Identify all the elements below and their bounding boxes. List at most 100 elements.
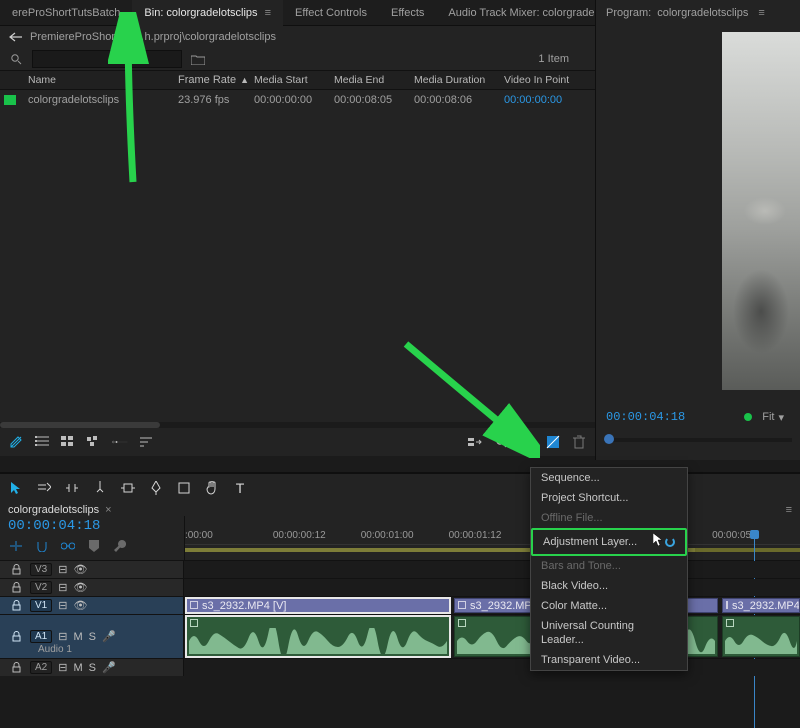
ripple-edit-tool-icon[interactable]: [64, 480, 80, 496]
track-output-icon[interactable]: ⊟: [58, 581, 67, 594]
lock-icon[interactable]: [8, 660, 24, 676]
menu-transparent-video[interactable]: Transparent Video...: [531, 650, 687, 670]
track-body-v3[interactable]: [184, 561, 800, 578]
track-output-icon[interactable]: ⊟: [58, 599, 67, 612]
find-icon[interactable]: [493, 434, 509, 450]
track-head-v2[interactable]: V2 ⊟ 👁: [0, 579, 184, 596]
track-output-icon[interactable]: ⊟: [58, 630, 67, 643]
menu-adjustment-layer[interactable]: Adjustment Layer...: [531, 528, 687, 556]
back-icon[interactable]: [8, 29, 24, 45]
voice-over-icon[interactable]: 🎤: [102, 661, 116, 674]
col-name[interactable]: Name: [28, 74, 178, 86]
program-viewer[interactable]: [722, 32, 800, 390]
wrench-icon[interactable]: [112, 538, 128, 554]
track-head-v3[interactable]: V3 ⊟ 👁: [0, 561, 184, 578]
menu-color-matte[interactable]: Color Matte...: [531, 596, 687, 616]
program-scrubber[interactable]: [604, 438, 792, 442]
timeline-menu-icon[interactable]: ≡: [786, 504, 792, 516]
lock-icon[interactable]: [8, 598, 24, 614]
track-head-a1[interactable]: A1 ⊟ M S 🎤 Audio 1: [0, 615, 184, 658]
rectangle-tool-icon[interactable]: [176, 480, 192, 496]
selection-tool-icon[interactable]: [8, 480, 24, 496]
track-label-v3[interactable]: V3: [30, 563, 52, 576]
track-output-icon[interactable]: ⊟: [58, 661, 67, 674]
tab-effects[interactable]: Effects: [379, 0, 436, 26]
video-clip-3[interactable]: s3_2932.MP4 [V]: [722, 598, 800, 613]
track-body-a2[interactable]: [184, 659, 800, 676]
menu-counting-leader[interactable]: Universal Counting Leader...: [531, 616, 687, 650]
track-head-a2[interactable]: A2 ⊟ M S 🎤: [0, 659, 184, 676]
marker-icon[interactable]: [86, 538, 102, 554]
menu-black-video[interactable]: Black Video...: [531, 576, 687, 596]
lock-icon[interactable]: [8, 629, 24, 645]
automate-to-sequence-icon[interactable]: [467, 434, 483, 450]
eye-icon[interactable]: 👁: [73, 581, 87, 594]
audio-clip-3[interactable]: [722, 616, 800, 657]
track-label-a2[interactable]: A2: [30, 661, 52, 674]
menu-project-shortcut[interactable]: Project Shortcut...: [531, 488, 687, 508]
sequence-timecode[interactable]: 00:00:04:18: [8, 518, 176, 534]
sequence-tab[interactable]: colorgradelotsclips: [8, 504, 99, 516]
tab-batch[interactable]: ereProShortTutsBatch: [0, 0, 132, 26]
col-mediaduration[interactable]: Media Duration: [414, 74, 504, 86]
col-mediaend[interactable]: Media End: [334, 74, 414, 86]
new-bin-folder-icon[interactable]: [519, 434, 535, 450]
work-area-bar[interactable]: [185, 548, 800, 552]
close-icon[interactable]: ×: [105, 504, 111, 516]
solo-button[interactable]: S: [89, 662, 96, 674]
sort-icon[interactable]: [138, 434, 154, 450]
list-view-icon[interactable]: [34, 434, 50, 450]
program-menu-icon[interactable]: ≡: [758, 7, 764, 19]
menu-bars-and-tone[interactable]: Bars and Tone...: [531, 556, 687, 576]
track-body-v1[interactable]: s3_2932.MP4 [V] s3_2932.MP4 [V] s3_2932.…: [184, 597, 800, 614]
snap-icon[interactable]: [34, 538, 50, 554]
time-ruler[interactable]: :00:00 00:00:00:12 00:00:01:00 00:00:01:…: [185, 530, 800, 541]
zoom-slider-icon[interactable]: [112, 434, 128, 450]
write-icon[interactable]: [8, 434, 24, 450]
eye-icon[interactable]: 👁: [73, 599, 87, 612]
col-framerate[interactable]: Frame Rate▲: [178, 74, 254, 86]
col-videoinpoint[interactable]: Video In Point: [504, 74, 594, 86]
new-item-icon[interactable]: [545, 434, 561, 450]
track-label-v2[interactable]: V2: [30, 581, 52, 594]
pen-tool-icon[interactable]: [148, 480, 164, 496]
zoom-fit-dropdown[interactable]: Fit ▾: [762, 411, 784, 424]
search-input[interactable]: [37, 53, 177, 65]
eye-icon[interactable]: 👁: [73, 563, 87, 576]
panel-menu-icon[interactable]: ≡: [265, 7, 271, 19]
program-playhead[interactable]: [604, 434, 614, 444]
track-select-tool-icon[interactable]: [36, 480, 52, 496]
track-head-v1[interactable]: V1 ⊟ 👁: [0, 597, 184, 614]
voice-over-icon[interactable]: 🎤: [102, 630, 116, 643]
track-body-a1[interactable]: [184, 615, 800, 658]
icon-view-icon[interactable]: [60, 434, 76, 450]
audio-clip-1[interactable]: [186, 616, 450, 657]
linked-selection-icon[interactable]: [60, 538, 76, 554]
col-mediastart[interactable]: Media Start: [254, 74, 334, 86]
slip-tool-icon[interactable]: [120, 480, 136, 496]
track-label-v1[interactable]: V1: [30, 599, 52, 612]
delete-icon[interactable]: [571, 434, 587, 450]
tab-effect-controls[interactable]: Effect Controls: [283, 0, 379, 26]
bin-row[interactable]: colorgradelotsclips 23.976 fps 00:00:00:…: [0, 90, 595, 110]
track-body-v2[interactable]: [184, 579, 800, 596]
insert-mode-icon[interactable]: [8, 538, 24, 554]
track-output-icon[interactable]: ⊟: [58, 563, 67, 576]
freeform-view-icon[interactable]: [86, 434, 102, 450]
solo-button[interactable]: S: [89, 631, 96, 643]
tab-bin[interactable]: Bin: colorgradelotsclips ≡: [132, 0, 283, 26]
menu-offline-file[interactable]: Offline File...: [531, 508, 687, 528]
program-timecode[interactable]: 00:00:04:18: [606, 410, 685, 424]
mute-button[interactable]: M: [73, 662, 82, 674]
mute-button[interactable]: M: [73, 631, 82, 643]
type-tool-icon[interactable]: T: [232, 480, 248, 496]
lock-icon[interactable]: [8, 580, 24, 596]
new-bin-icon[interactable]: [190, 51, 206, 67]
track-label-a1[interactable]: A1: [30, 630, 52, 643]
video-clip-1[interactable]: s3_2932.MP4 [V]: [186, 598, 450, 613]
hand-tool-icon[interactable]: [204, 480, 220, 496]
bin-empty-area[interactable]: [0, 110, 595, 422]
lock-icon[interactable]: [8, 562, 24, 578]
menu-sequence[interactable]: Sequence...: [531, 468, 687, 488]
razor-tool-icon[interactable]: [92, 480, 108, 496]
